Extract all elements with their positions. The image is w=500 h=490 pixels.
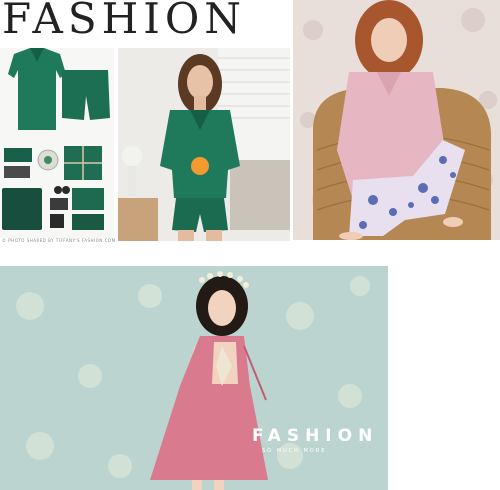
dress-panel-title: FASHION [252, 426, 379, 446]
model-pink-pajamas-photo [293, 0, 500, 240]
flatlay-panel [0, 48, 114, 238]
model-dress-illustration [0, 266, 388, 490]
brand-title: FASHION [2, 0, 246, 43]
model-pink-illustration [293, 0, 500, 240]
model-green-pajamas-photo [118, 48, 290, 241]
dress-panel-subtitle: SO MUCH MORE [262, 448, 327, 454]
model-pink-dress-photo [0, 266, 388, 490]
model-green-illustration [118, 48, 290, 241]
photo-credit: © PHOTO SHARED BY TIFFANY'S FASHION.COM [2, 238, 116, 243]
flatlay-illustration [0, 48, 114, 238]
